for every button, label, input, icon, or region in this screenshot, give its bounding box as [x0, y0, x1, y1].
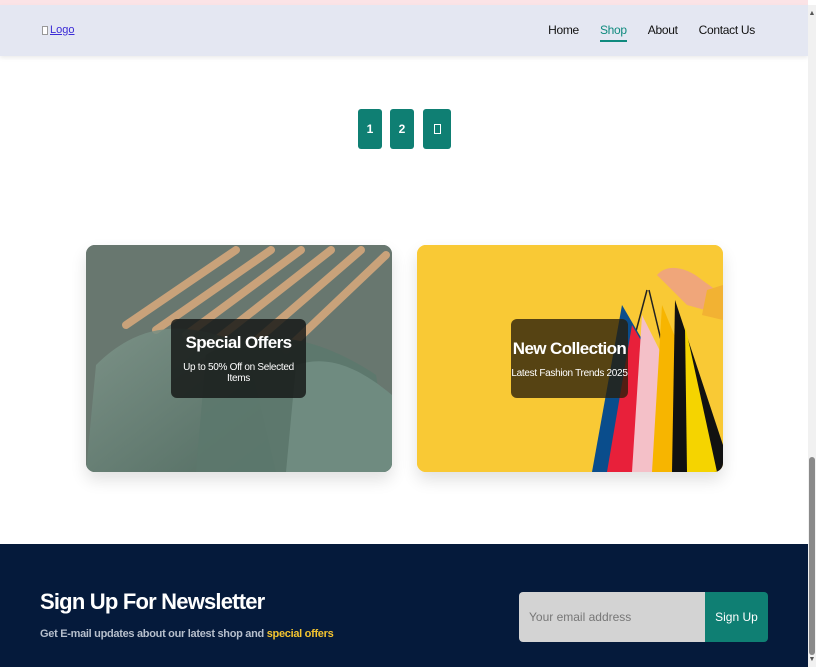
scrollbar[interactable]: ▲ ▼	[808, 5, 816, 667]
nav-link-shop[interactable]: Shop	[599, 23, 627, 42]
promo-title: New Collection	[512, 338, 627, 358]
promo-subtitle: Up to 50% Off on Selected Items	[183, 362, 294, 384]
promo-title: Special Offers	[185, 333, 293, 352]
promo-subtitle: Latest Fashion Trends 2025	[511, 367, 628, 379]
chevron-right-icon	[433, 124, 441, 134]
scrollbar-thumb[interactable]	[809, 457, 815, 655]
broken-image-icon	[42, 25, 48, 35]
next-page-button[interactable]	[423, 109, 451, 149]
newsletter-subtitle-text: Get E-mail updates about our latest shop…	[40, 628, 267, 640]
nav-link-about[interactable]: About	[648, 23, 678, 41]
nav-links: Home Shop About Contact Us	[548, 23, 756, 42]
newsletter-highlight: special offers	[266, 628, 334, 640]
navbar: Logo Home Shop About Contact Us	[0, 5, 808, 56]
logo-alt-text: Logo	[50, 24, 75, 36]
scroll-down-arrow-icon[interactable]: ▼	[808, 654, 816, 664]
nav-link-home[interactable]: Home	[548, 23, 579, 41]
promo-caption: Special Offers Up to 50% Off on Selected…	[171, 319, 306, 398]
logo-link[interactable]: Logo	[42, 24, 74, 36]
newsletter-section: Sign Up For Newsletter Get E-mail update…	[0, 544, 808, 667]
promo-card-new-collection[interactable]: New Collection Latest Fashion Trends 202…	[417, 245, 723, 472]
newsletter-title: Sign Up For Newsletter	[40, 589, 265, 614]
page-button-1[interactable]: 1	[358, 109, 382, 149]
email-input[interactable]	[519, 592, 705, 642]
page-button-2[interactable]: 2	[390, 109, 414, 149]
pagination: 1 2	[358, 109, 451, 149]
promo-caption: New Collection Latest Fashion Trends 202…	[511, 319, 628, 398]
scroll-up-arrow-icon[interactable]: ▲	[808, 8, 816, 18]
nav-link-contact[interactable]: Contact Us	[699, 23, 756, 41]
newsletter-subtitle: Get E-mail updates about our latest shop…	[40, 628, 334, 640]
sign-up-button[interactable]: Sign Up	[705, 592, 768, 642]
promo-card-special-offers[interactable]: Special Offers Up to 50% Off on Selected…	[86, 245, 392, 472]
